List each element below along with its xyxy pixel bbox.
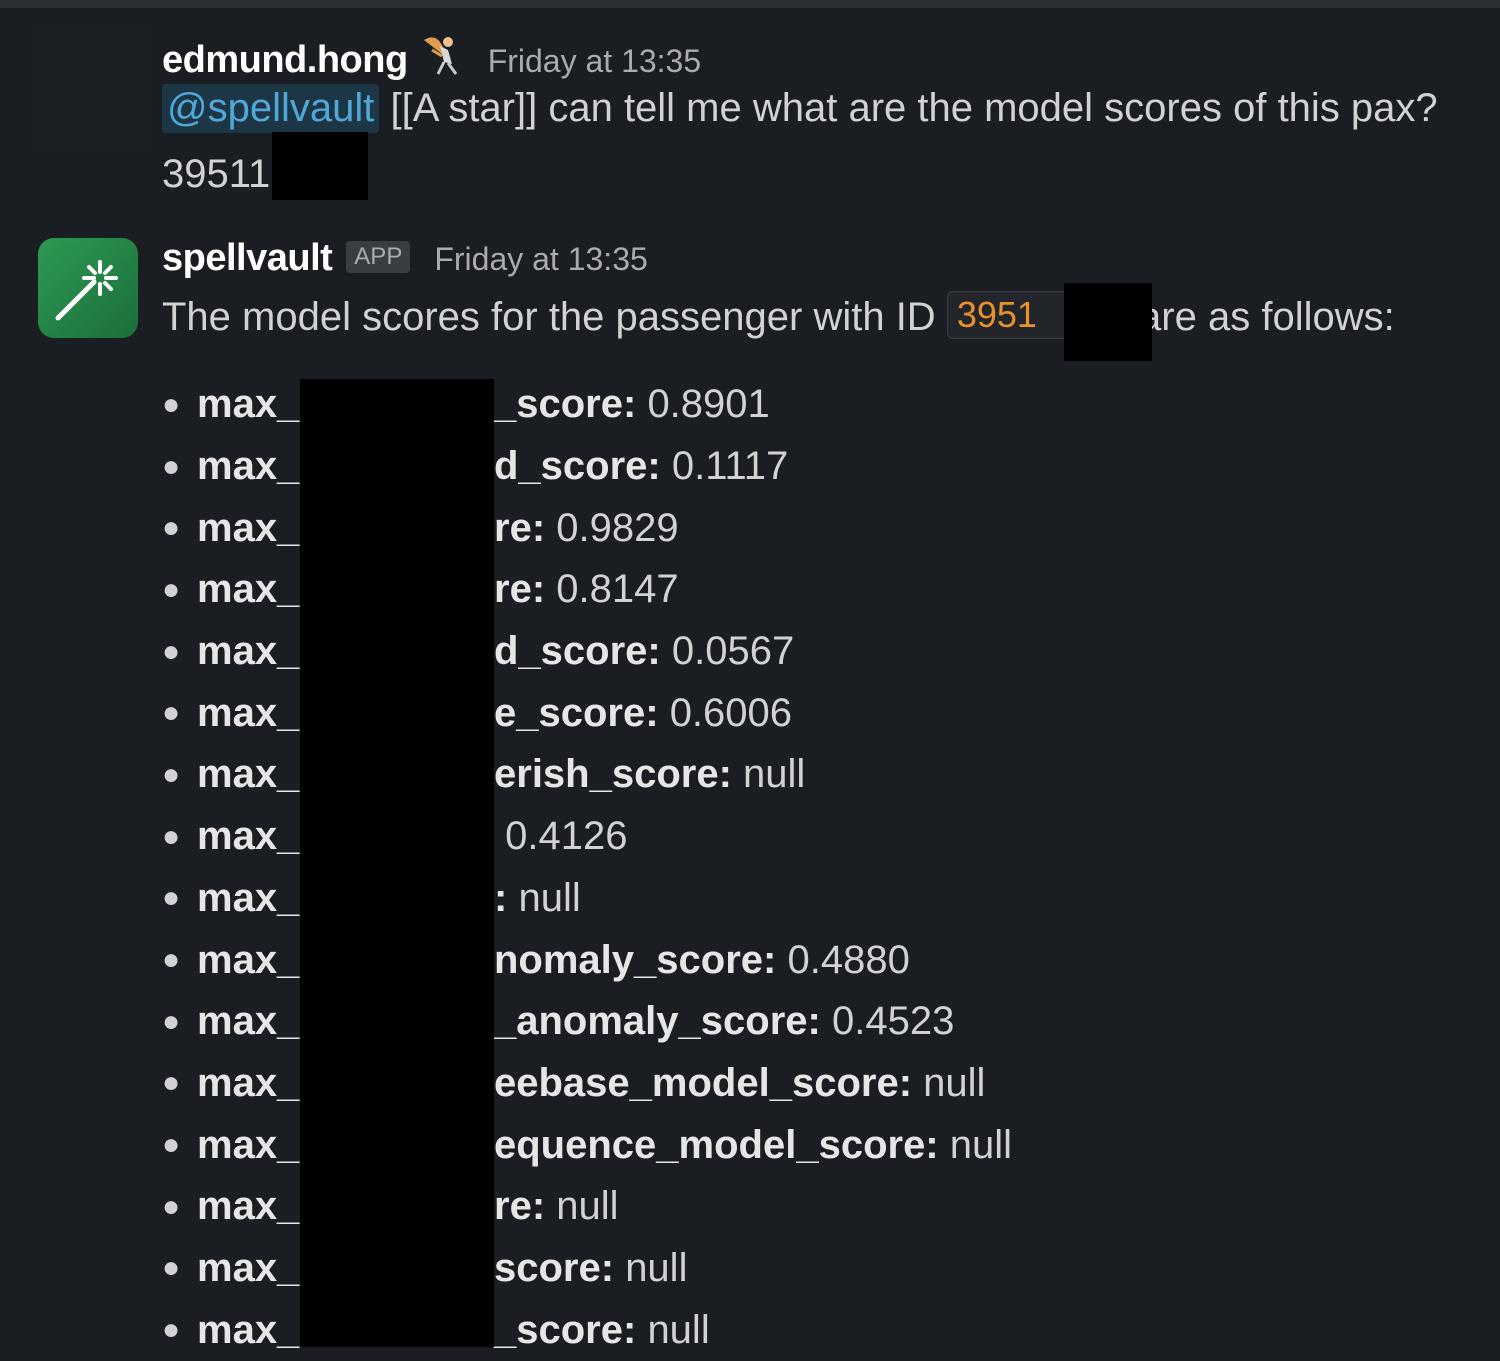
redaction-box-id-2	[1064, 283, 1152, 361]
user-mention[interactable]: @spellvault	[162, 84, 380, 133]
score-value: null	[923, 1060, 986, 1105]
score-list: ● max_ _score: 0.8901 ● max_ d_score: 0.1117…	[162, 374, 1012, 1361]
score-value: null	[625, 1245, 688, 1290]
list-item: ● max_ re: 0.8147	[162, 567, 679, 612]
score-value: 0.6006	[669, 690, 793, 735]
list-item: ● max_ equence_model_score: null	[162, 1122, 1013, 1167]
bullet-icon: ●	[162, 1313, 181, 1347]
message-header: spellvault APP Friday at 13:35	[162, 237, 648, 280]
message-text-before: The model scores for the passenger with …	[162, 295, 936, 339]
bullet-icon: ●	[162, 757, 181, 791]
score-value: 0.9829	[556, 505, 679, 550]
list-item: ● max_ nomaly_score: 0.4880	[162, 937, 910, 982]
list-item: ● max_ 0.4126	[162, 814, 628, 859]
score-value: 0.4880	[787, 937, 910, 982]
score-value: null	[556, 1184, 619, 1229]
message-body: @spellvault [[A star]] can tell me what …	[162, 84, 1438, 133]
list-item: ● max_ d_score: 0.0567	[162, 629, 795, 674]
score-value: null	[949, 1122, 1013, 1167]
bullet-icon: ●	[162, 387, 181, 421]
bullet-icon: ●	[162, 1128, 181, 1162]
app-avatar[interactable]	[38, 238, 138, 338]
bullet-icon: ●	[162, 634, 181, 668]
list-item: ● max_ _anomaly_score: 0.4523	[162, 999, 955, 1044]
bullet-icon: ●	[162, 511, 181, 545]
list-item: ● max_ eebase_model_score: null	[162, 1060, 986, 1105]
bullet-icon: ●	[162, 1189, 181, 1223]
redaction-box-scores	[300, 379, 494, 1347]
bullet-icon: ●	[162, 943, 181, 977]
magic-wand-icon	[55, 260, 118, 321]
list-item: ● max_: null	[162, 875, 581, 920]
person-emoji-icon[interactable]	[418, 32, 464, 76]
list-item: ● max_ erish_score: null	[162, 752, 806, 797]
redaction-box-id-1	[272, 132, 368, 200]
message-body: The model scores for the passenger with …	[162, 291, 1395, 343]
list-item: ● max_ e_score: 0.6006	[162, 690, 793, 735]
score-value: null	[647, 1307, 710, 1352]
bullet-icon: ●	[162, 449, 181, 483]
score-value: 0.8147	[556, 567, 679, 612]
list-item: ● max_ score: null	[162, 1245, 688, 1290]
list-item: ● max_ re: 0.9829	[162, 505, 679, 550]
message-timestamp[interactable]: Friday at 13:35	[488, 43, 701, 80]
bullet-icon: ●	[162, 1066, 181, 1100]
pax-id-start: 39511	[162, 152, 271, 196]
score-value: 0.0567	[671, 629, 795, 674]
score-value: 0.4126	[505, 814, 628, 859]
author-name[interactable]: edmund.hong	[162, 39, 408, 82]
bullet-icon: ●	[162, 881, 181, 915]
list-item: ● max_ re: null	[162, 1184, 619, 1229]
list-item: ● max_ _score: null	[162, 1307, 710, 1352]
top-divider-strip	[0, 0, 1500, 8]
bullet-icon: ●	[162, 572, 181, 606]
user-avatar[interactable]	[32, 26, 152, 154]
score-value: 0.4523	[831, 999, 955, 1044]
score-value: null	[518, 875, 581, 920]
bullet-icon: ●	[162, 819, 181, 853]
app-badge: APP	[346, 241, 411, 273]
list-item: ● max_ _score: 0.8901	[162, 382, 770, 427]
score-value: null	[743, 752, 806, 797]
bullet-icon: ●	[162, 1004, 181, 1038]
message-header: edmund.hong Friday at 13:35	[162, 28, 701, 82]
author-name[interactable]: spellvault	[162, 237, 333, 280]
message-timestamp[interactable]: Friday at 13:35	[434, 241, 647, 278]
bullet-icon: ●	[162, 1251, 181, 1285]
message-text: [[A star]] can tell me what are the mode…	[390, 86, 1438, 130]
message-text-after: are as follows:	[1139, 295, 1395, 339]
list-item: ● max_ d_score: 0.1117	[162, 444, 789, 489]
score-value: 0.1117	[671, 444, 789, 489]
bullet-icon: ●	[162, 696, 181, 730]
score-value: 0.8901	[647, 382, 770, 427]
